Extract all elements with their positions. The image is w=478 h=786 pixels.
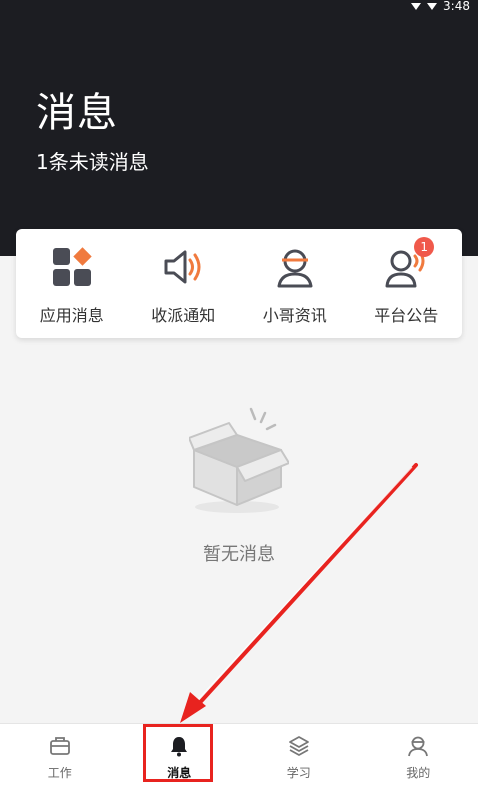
unread-count: 1条未读消息: [36, 146, 149, 175]
layers-icon: [287, 734, 311, 758]
courier-icon: [273, 245, 317, 289]
briefcase-icon: [48, 734, 72, 758]
status-time: 3:48: [443, 0, 470, 13]
tab-label: 我的: [406, 764, 430, 781]
category-label: 应用消息: [40, 302, 104, 326]
bottom-tab-bar: 工作 消息 学习 我的: [0, 723, 478, 786]
category-platform-announcement[interactable]: 1 平台公告: [351, 229, 463, 338]
empty-box-icon: [189, 405, 289, 515]
tab-work[interactable]: 工作: [0, 724, 120, 786]
bell-icon: [167, 734, 191, 758]
category-delivery-notice[interactable]: 收派通知: [128, 229, 240, 338]
user-icon: [406, 734, 430, 758]
announcement-icon: 1: [384, 245, 428, 289]
speaker-icon: [161, 245, 205, 289]
empty-state-text: 暂无消息: [0, 540, 478, 566]
tab-label: 工作: [48, 764, 72, 781]
category-app-messages[interactable]: 应用消息: [16, 229, 128, 338]
category-label: 小哥资讯: [263, 302, 327, 326]
category-label: 平台公告: [374, 302, 438, 326]
page-title: 消息: [36, 80, 118, 138]
app-grid-icon: [50, 245, 94, 289]
signal-icon: [427, 3, 437, 10]
tab-messages[interactable]: 消息: [120, 724, 240, 786]
wifi-icon: [411, 3, 421, 10]
category-courier-news[interactable]: 小哥资讯: [239, 229, 351, 338]
tab-label: 学习: [287, 764, 311, 781]
category-card: 应用消息 收派通知 小哥资讯: [16, 229, 462, 338]
status-bar: 3:48: [411, 0, 470, 12]
tab-mine[interactable]: 我的: [359, 724, 478, 786]
header: 3:48 消息 1条未读消息: [0, 0, 478, 256]
unread-badge: 1: [414, 237, 434, 257]
tab-learn[interactable]: 学习: [239, 724, 359, 786]
category-label: 收派通知: [151, 302, 215, 326]
tab-label: 消息: [167, 764, 191, 781]
